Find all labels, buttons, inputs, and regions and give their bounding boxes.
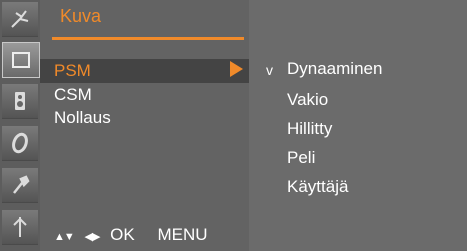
option-vakio[interactable]: Vakio (287, 90, 328, 110)
menu-title: Kuva (60, 6, 102, 26)
ok-label: OK (110, 225, 135, 244)
option-peli[interactable]: Peli (287, 148, 315, 168)
tv-osd-menu: Kuva PSM CSM Nollaus ▲▼ ◀▶ OK MENU v Dyn… (0, 0, 467, 251)
options-panel: v Dynaaminen Vakio Hillitty Peli Käyttäj… (249, 0, 467, 251)
check-icon: v (266, 62, 273, 78)
menu-item-psm[interactable]: PSM (54, 61, 91, 81)
speaker-icon[interactable] (2, 84, 38, 119)
title-divider (52, 37, 244, 40)
menu-label: MENU (157, 225, 208, 244)
leftright-arrows-icon: ◀▶ (84, 231, 101, 243)
input-icon[interactable] (2, 210, 38, 245)
option-hillitty[interactable]: Hillitty (287, 119, 332, 139)
menu-item-csm[interactable]: CSM (54, 85, 92, 105)
menu-icon-strip (0, 0, 40, 251)
wrench-icon[interactable] (2, 168, 38, 203)
menu-item-nollaus[interactable]: Nollaus (54, 108, 111, 128)
clock-icon[interactable] (2, 126, 38, 161)
antenna-icon[interactable] (2, 2, 38, 37)
submenu-arrow-icon (230, 61, 243, 77)
menu-panel: Kuva PSM CSM Nollaus ▲▼ ◀▶ OK MENU (40, 0, 249, 251)
option-dynaaminen[interactable]: Dynaaminen (287, 59, 382, 79)
navigation-hint: ▲▼ ◀▶ OK MENU (54, 225, 208, 245)
picture-icon[interactable] (2, 42, 40, 78)
option-kayttaja[interactable]: Käyttäjä (287, 177, 348, 197)
updown-arrows-icon: ▲▼ (54, 231, 75, 243)
